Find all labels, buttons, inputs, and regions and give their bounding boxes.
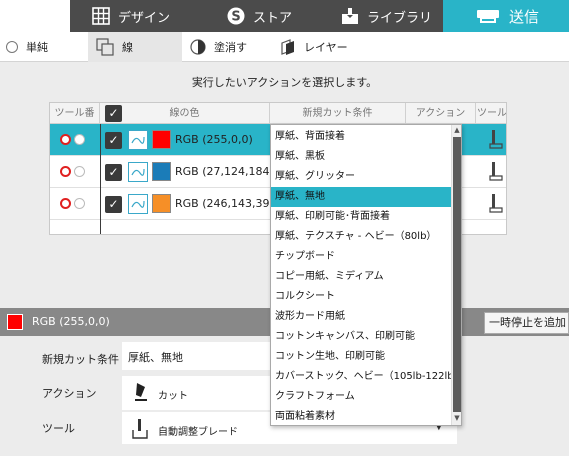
- row-checkbox[interactable]: ✓: [105, 132, 122, 149]
- tab-store-label: ストア: [253, 10, 293, 26]
- auto-blade-icon: [130, 418, 150, 443]
- store-s-icon: S: [227, 7, 245, 25]
- blade-tool-icon: [488, 192, 504, 216]
- subtab-line[interactable]: 線: [88, 32, 182, 62]
- nav-left-blank: [0, 0, 70, 32]
- cut-blade-icon: [132, 382, 150, 407]
- dropdown-option[interactable]: チップボード: [271, 247, 451, 267]
- tool-label: ツール: [42, 422, 75, 435]
- tab-library[interactable]: ライブラリ: [319, 0, 443, 32]
- row-checkbox[interactable]: ✓: [105, 196, 122, 213]
- detail-rgb-value: RGB (255,0,0): [32, 315, 110, 328]
- tab-design[interactable]: デザイン: [70, 0, 193, 32]
- tool-1-radio[interactable]: [60, 198, 71, 209]
- subtab-fill-label: 塗消す: [214, 41, 247, 54]
- scroll-down-arrow-icon[interactable]: ▼: [452, 414, 461, 424]
- top-navigation: デザイン S ストア ライブラリ 送信: [0, 0, 569, 32]
- cut-mode-tabs: 単純 線 塗消す レイヤー: [0, 32, 569, 62]
- subtab-fill[interactable]: 塗消す: [190, 32, 247, 62]
- grid-icon: [92, 7, 110, 25]
- send-cutter-icon: [475, 7, 501, 25]
- tool-radio-group: [60, 134, 85, 145]
- detail-color-swatch: [7, 314, 23, 330]
- dropdown-option[interactable]: コットン生地、印刷可能: [271, 347, 451, 367]
- dropdown-option[interactable]: コットンキャンバス、印刷可能: [271, 327, 451, 347]
- condition-label: 新規カット条件: [42, 353, 119, 366]
- dropdown-option[interactable]: 厚紙、背面接着: [271, 127, 451, 147]
- dropdown-option[interactable]: 波形カード用紙: [271, 307, 451, 327]
- header-new-cut-condition: 新規カット条件: [270, 103, 406, 124]
- tab-design-label: デザイン: [118, 10, 171, 26]
- condition-select-value: 厚紙、無地: [128, 351, 183, 364]
- tool-radio-group: [60, 166, 85, 177]
- dropdown-option[interactable]: クラフトフォーム: [271, 387, 451, 407]
- download-icon: [341, 7, 359, 25]
- tab-send-label: 送信: [509, 7, 540, 26]
- line-style-icon: [128, 162, 148, 182]
- row-rgb-value: RGB (255,0,0): [175, 133, 253, 146]
- header-tool: ツール: [477, 108, 507, 119]
- tool-2-radio[interactable]: [74, 198, 85, 209]
- line-style-icon: [128, 194, 148, 214]
- dropdown-option[interactable]: 厚紙、グリッター: [271, 167, 451, 187]
- row-rgb-value: RGB (246,143,39): [175, 197, 274, 210]
- dropdown-option[interactable]: カバーストック、ヘビー（105lb-122lb）: [271, 367, 461, 387]
- color-swatch: [152, 162, 171, 181]
- subtab-simple-label: 単純: [26, 41, 48, 54]
- dropdown-scrollbar[interactable]: ▲ ▼: [451, 125, 461, 425]
- select-all-checkbox[interactable]: ✓: [105, 105, 122, 122]
- svg-text:S: S: [231, 10, 240, 25]
- blade-tool-icon: [488, 160, 504, 184]
- dropdown-option[interactable]: 厚紙、黒板: [271, 147, 451, 167]
- tool-2-radio[interactable]: [74, 166, 85, 177]
- table-header: ツール番号 線の色 新規カット条件 アクション ツール ✓: [50, 103, 507, 140]
- color-swatch: [152, 130, 171, 149]
- tab-store[interactable]: S ストア: [193, 0, 319, 32]
- header-tool-number: ツール番号: [50, 103, 100, 140]
- color-swatch: [152, 194, 171, 213]
- cut-condition-dropdown[interactable]: 厚紙、背面接着 厚紙、黒板 厚紙、グリッター 厚紙、無地 厚紙、印刷可能･背面接…: [270, 124, 462, 426]
- radio-circle-icon: [6, 41, 18, 53]
- action-select-value: カット: [158, 391, 188, 402]
- subtab-layer-label: レイヤー: [304, 41, 348, 54]
- dropdown-option-selected[interactable]: 厚紙、無地: [271, 187, 451, 207]
- layer-icon: [280, 39, 296, 55]
- subtab-layer[interactable]: レイヤー: [280, 32, 348, 62]
- tab-library-label: ライブラリ: [367, 10, 433, 26]
- action-label: アクション: [42, 387, 97, 400]
- header-line-color: 線の色: [100, 103, 270, 124]
- fill-circle-icon: [190, 39, 206, 55]
- tool-2-radio[interactable]: [74, 134, 85, 145]
- line-square-icon: [96, 38, 114, 56]
- tool-radio-group: [60, 198, 85, 209]
- row-checkbox[interactable]: ✓: [105, 164, 122, 181]
- column-divider: [100, 124, 101, 234]
- scrollbar-thumb[interactable]: [453, 137, 461, 412]
- tool-1-radio[interactable]: [60, 134, 71, 145]
- subtab-line-label: 線: [122, 41, 133, 54]
- dropdown-option[interactable]: コルクシート: [271, 287, 451, 307]
- tool-1-radio[interactable]: [60, 166, 71, 177]
- subtab-simple[interactable]: 単純: [6, 32, 48, 62]
- tool-select-value: 自動調整ブレード: [158, 427, 238, 438]
- dropdown-option[interactable]: コピー用紙、ミディアム: [271, 267, 451, 287]
- add-pause-button[interactable]: 一時停止を追加: [484, 312, 569, 334]
- tab-send[interactable]: 送信: [443, 0, 569, 32]
- blade-tool-icon: [488, 128, 504, 152]
- dropdown-option[interactable]: 厚紙、テクスチャ - ヘビー（80lb）: [271, 227, 451, 247]
- dropdown-option[interactable]: 厚紙、印刷可能･背面接着: [271, 207, 451, 227]
- scroll-up-arrow-icon[interactable]: ▲: [452, 126, 461, 136]
- instruction-text: 実行したいアクションを選択します。: [191, 76, 378, 89]
- dropdown-option[interactable]: 両面粘着素材: [271, 407, 451, 425]
- line-style-icon: [128, 130, 148, 150]
- row-rgb-value: RGB (27,124,184): [175, 165, 274, 178]
- header-action: アクション: [406, 103, 476, 124]
